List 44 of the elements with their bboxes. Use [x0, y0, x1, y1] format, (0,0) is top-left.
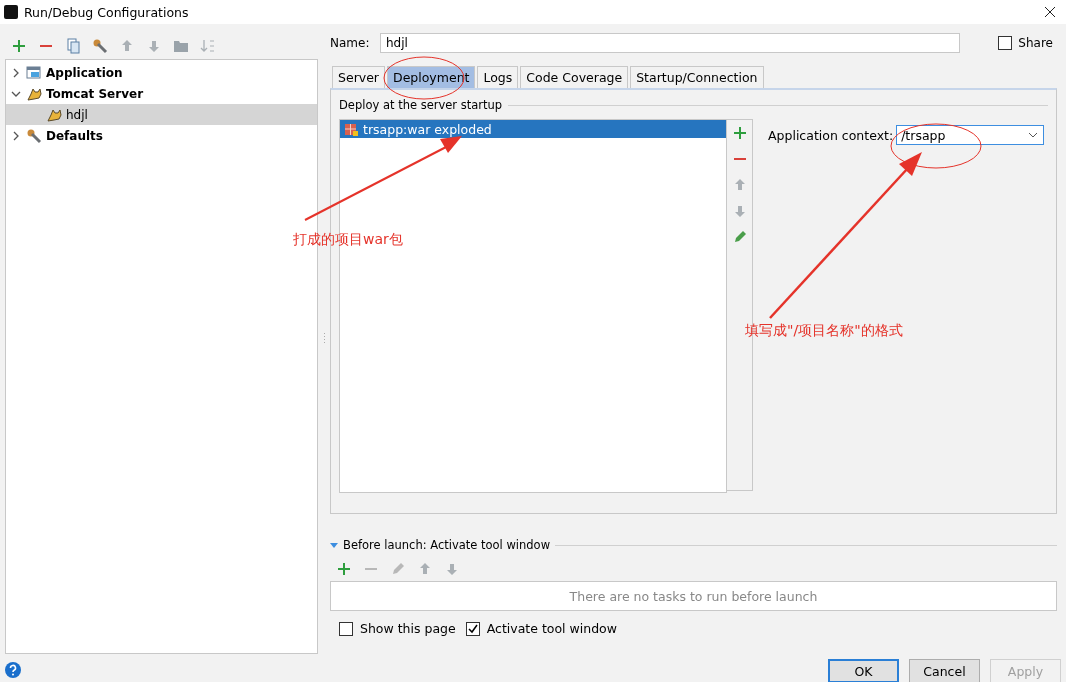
name-field[interactable]: hdjl [380, 33, 960, 53]
window-icon [26, 64, 42, 81]
checkbox[interactable] [339, 621, 353, 636]
context-label: Application context: [768, 127, 894, 143]
folder-icon [173, 38, 189, 54]
annotation-text: 填写成"/项目名称"的格式 [745, 322, 903, 340]
add-icon [731, 125, 748, 141]
section-heading: Before launch: Activate tool window [343, 538, 551, 552]
expand-icon[interactable] [330, 542, 338, 548]
wrench-icon [92, 38, 108, 54]
window-title: Run/Debug Configurations [24, 4, 190, 20]
tree-item[interactable]: Defaults [6, 125, 317, 146]
copy-icon [65, 38, 81, 54]
tab[interactable]: Startup/Connection [630, 66, 764, 88]
option-label: Activate tool window [486, 621, 617, 636]
name-label: Name: [330, 36, 371, 50]
add-icon [336, 561, 352, 577]
tree-item[interactable]: hdjl [6, 104, 317, 125]
tree-item[interactable]: Application [6, 62, 317, 83]
dialog-button[interactable]: OK [828, 659, 899, 682]
sort-icon [200, 38, 216, 54]
tab[interactable]: Server [332, 66, 385, 88]
list-item[interactable]: trsapp:war exploded [340, 120, 726, 138]
dialog-button[interactable]: Cancel [909, 659, 980, 682]
checkbox[interactable] [465, 621, 480, 636]
annotation-text: 打成的项目war包 [293, 231, 403, 249]
tree-item[interactable]: Tomcat Server [6, 83, 317, 104]
context-field[interactable]: /trsapp [896, 125, 1045, 145]
section-heading: Deploy at the server startup [339, 98, 503, 112]
dropdown-icon[interactable] [1028, 132, 1039, 138]
edit-icon [390, 561, 406, 577]
app-icon [4, 5, 18, 19]
tab[interactable]: Logs [477, 66, 519, 88]
wrench-icon [26, 127, 42, 144]
package-icon [343, 121, 359, 137]
help-icon[interactable] [5, 662, 21, 678]
add-icon [11, 38, 27, 54]
tab[interactable]: Code Coverage [520, 66, 629, 88]
checkbox[interactable] [998, 36, 1013, 50]
empty-message: There are no tasks to run before launch [569, 588, 818, 604]
option-label: Show this page [360, 621, 456, 636]
close-icon[interactable] [1044, 6, 1056, 18]
share-label: Share [1018, 36, 1053, 50]
tab[interactable]: Deployment [387, 66, 476, 88]
